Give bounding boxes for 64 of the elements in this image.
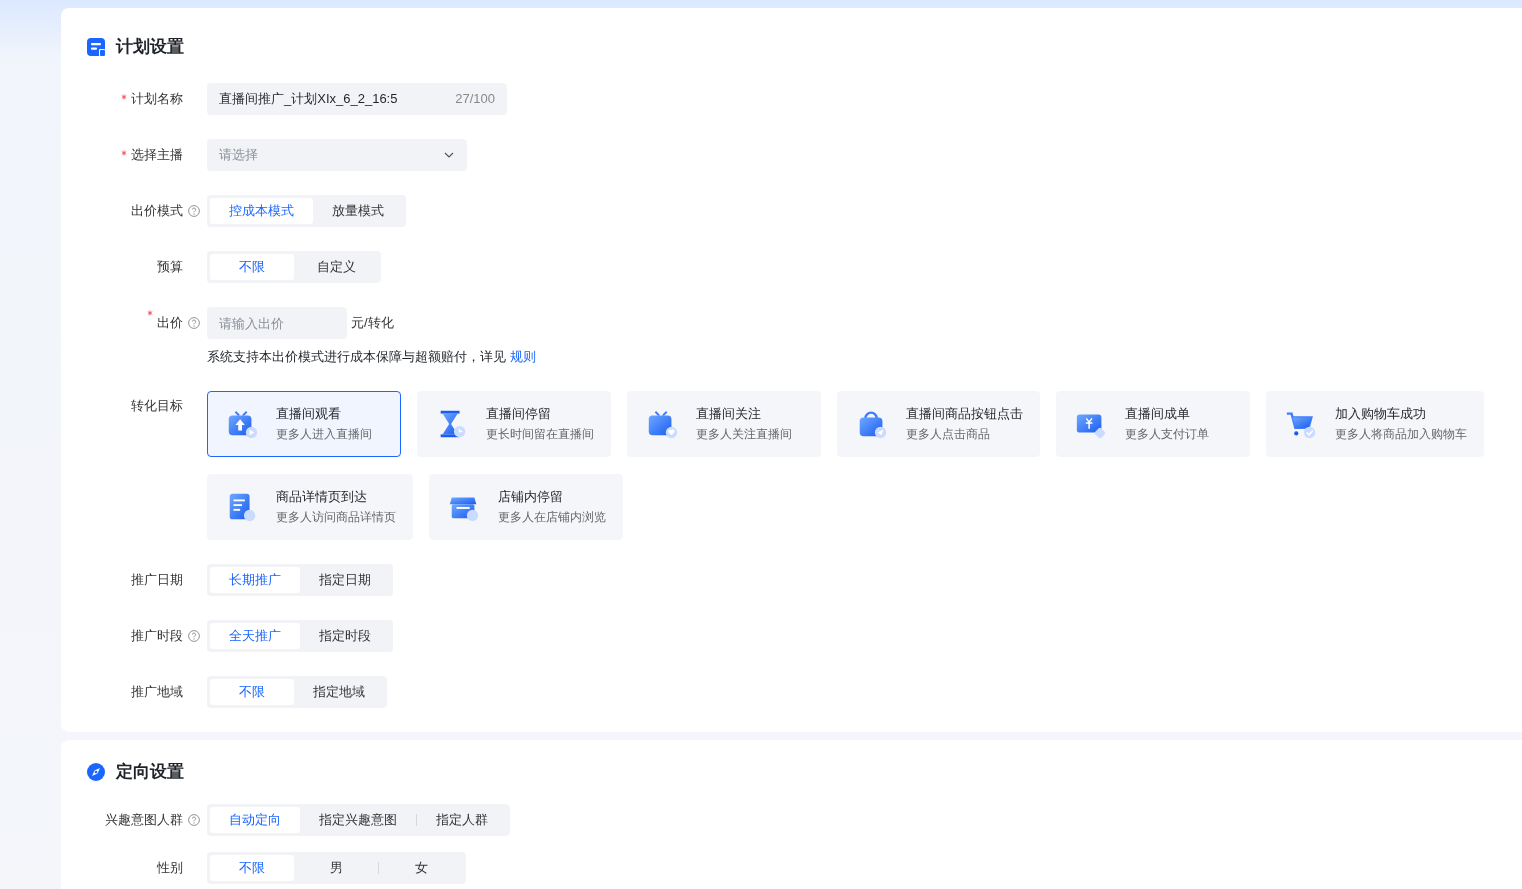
bid-input[interactable]: 请输入出价 (207, 307, 347, 339)
segment-option[interactable]: 长期推广 (210, 567, 300, 593)
goal-description: 更多人将商品加入购物车 (1335, 426, 1467, 442)
segment-option[interactable]: 自定义 (294, 254, 378, 280)
help-icon[interactable] (188, 317, 200, 329)
goal-title: 加入购物车成功 (1335, 406, 1427, 422)
segment-option[interactable]: 放量模式 (313, 198, 403, 224)
goal-title: 直播间停留 (486, 406, 552, 422)
goal-title: 商品详情页到达 (276, 489, 368, 505)
goal-description: 更多人关注直播间 (696, 426, 792, 442)
goal-description: 更多人支付订单 (1125, 426, 1209, 442)
goal-card[interactable]: 直播间成单 更多人支付订单 (1056, 391, 1250, 457)
segment-option[interactable]: 不限 (210, 855, 294, 881)
field-label: 转化目标 (131, 398, 183, 414)
goal-description: 更多人在店铺内浏览 (498, 509, 606, 525)
field-label: 兴趣意图人群 (105, 812, 183, 828)
field-label: 预算 (157, 259, 183, 275)
field-label: 计划名称 (131, 91, 183, 107)
help-icon[interactable] (188, 630, 200, 642)
unit-label: 元/转化 (351, 315, 394, 331)
segment-option[interactable]: 男 (294, 855, 378, 881)
goal-card[interactable]: 加入购物车成功 更多人将商品加入购物车 (1266, 391, 1484, 457)
field-label: 推广时段 (131, 628, 183, 644)
field-label: 选择主播 (131, 147, 183, 163)
rule-link[interactable]: 规则 (509, 349, 536, 364)
segment-option[interactable]: 指定人群 (417, 807, 507, 833)
field-label: 性别 (157, 860, 183, 876)
field-label: 出价 (157, 315, 183, 331)
segment-option[interactable]: 指定时段 (300, 623, 390, 649)
goal-title: 直播间关注 (696, 406, 762, 422)
section-title: 定向设置 (116, 764, 184, 780)
goal-title: 直播间商品按钮点击 (906, 406, 1023, 422)
field-label: 推广日期 (131, 572, 183, 588)
goal-title: 直播间成单 (1125, 406, 1191, 422)
help-icon[interactable] (188, 205, 200, 217)
plan-name-field[interactable]: 直播间推广_计划XIx_6_2_16:5 27/100 (207, 83, 507, 115)
field-label: 出价模式 (131, 203, 183, 219)
goal-card[interactable]: 店铺内停留 更多人在店铺内浏览 (429, 474, 623, 540)
segment-option[interactable]: 女 (379, 855, 463, 881)
segment-option[interactable]: 不限 (210, 254, 294, 280)
segment-option[interactable]: 不限 (210, 679, 294, 705)
segment-option[interactable]: 指定地域 (294, 679, 384, 705)
goal-description: 更多人访问商品详情页 (276, 509, 396, 525)
field-label: 推广地域 (131, 684, 183, 700)
goal-description: 更多人点击商品 (906, 426, 991, 442)
segment-option[interactable]: 控成本模式 (210, 198, 313, 224)
segment-option[interactable]: 自动定向 (210, 807, 300, 833)
compass-icon (86, 762, 106, 782)
goal-description: 更长时间留在直播间 (486, 426, 594, 442)
goal-description: 更多人进入直播间 (276, 426, 372, 442)
help-icon[interactable] (188, 814, 200, 826)
segment-option[interactable]: 指定兴趣意图 (300, 807, 416, 833)
form-icon (86, 37, 106, 57)
section-title: 计划设置 (116, 39, 184, 55)
goal-card[interactable]: 直播间停留 更长时间留在直播间 (417, 391, 611, 457)
goal-card[interactable]: 直播间观看 更多人进入直播间 (207, 391, 401, 457)
goal-card[interactable]: 直播间商品按钮点击 更多人点击商品 (837, 391, 1040, 457)
segment-option[interactable]: 全天推广 (210, 623, 300, 649)
segment-option[interactable]: 指定日期 (300, 567, 390, 593)
goal-card[interactable]: 直播间关注 更多人关注直播间 (627, 391, 821, 457)
goal-title: 直播间观看 (276, 406, 342, 422)
goal-title: 店铺内停留 (498, 489, 564, 505)
goal-card[interactable]: 商品详情页到达 更多人访问商品详情页 (207, 474, 413, 540)
rule-note: 系统支持本出价模式进行成本保障与超额赔付，详见 规则 (207, 349, 536, 365)
